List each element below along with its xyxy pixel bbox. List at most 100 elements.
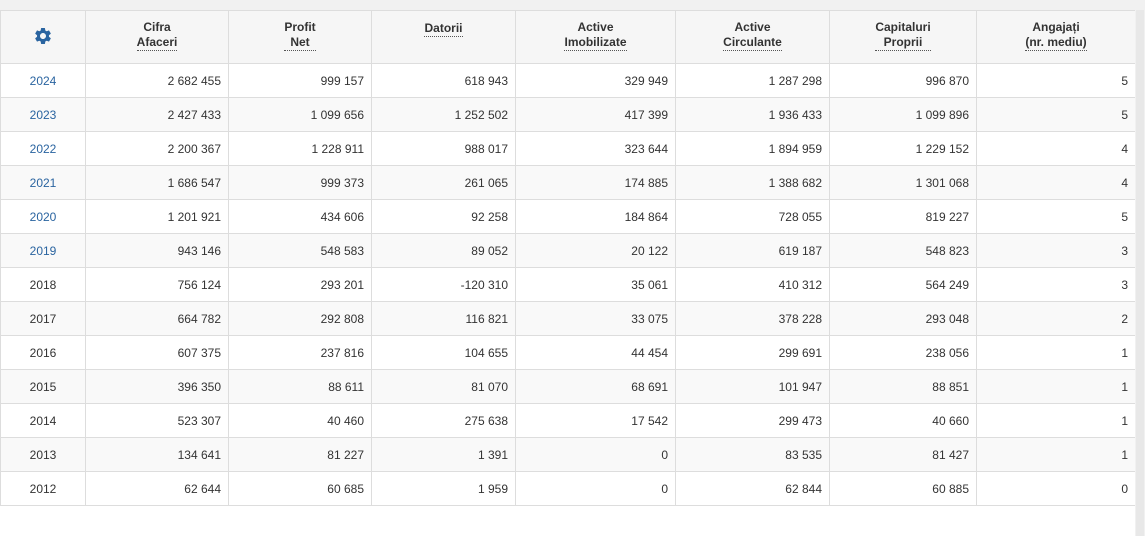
year-cell[interactable]: 2019: [0, 233, 86, 268]
year-cell[interactable]: 2022: [0, 131, 86, 166]
cell-cifra-afaceri: 943 146: [85, 233, 229, 268]
cell-capitaluri-proprii: 238 056: [829, 335, 977, 370]
year-cell: 2013: [0, 437, 86, 472]
scrollbar-thumb[interactable]: [1136, 10, 1144, 536]
year-link[interactable]: 2020: [30, 210, 57, 224]
year-cell[interactable]: 2021: [0, 165, 86, 200]
cell-capitaluri-proprii: 60 885: [829, 471, 977, 506]
cell-angajati: 0: [976, 471, 1136, 506]
cell-active-imobilizate: 417 399: [515, 97, 676, 132]
year-cell[interactable]: 2024: [0, 63, 86, 98]
cell-angajati: 5: [976, 63, 1136, 98]
year-label: 2016: [29, 345, 57, 360]
cell-active-imobilizate: 33 075: [515, 301, 676, 336]
cell-profit-net: 434 606: [228, 199, 372, 234]
cell-cifra-afaceri: 2 200 367: [85, 131, 229, 166]
year-link[interactable]: 2019: [30, 244, 57, 258]
table-row: 2017 664 782 292 808 116 821 33 075 378 228 29…: [0, 301, 1136, 336]
cell-active-circulante: 1 936 433: [675, 97, 830, 132]
cell-capitaluri-proprii: 819 227: [829, 199, 977, 234]
year-link[interactable]: 2023: [30, 108, 57, 122]
cell-cifra-afaceri: 664 782: [85, 301, 229, 336]
cell-active-imobilizate: 20 122: [515, 233, 676, 268]
header-profit-net[interactable]: Profit Net: [228, 10, 372, 64]
cell-datorii: 92 258: [371, 199, 516, 234]
header-label: Cifra Afaceri: [136, 20, 178, 51]
header-label: Active Imobilizate: [564, 20, 627, 51]
year-label: 2013: [29, 447, 57, 462]
gear-icon[interactable]: [33, 26, 53, 46]
header-capitaluri-proprii[interactable]: Capitaluri Proprii: [829, 10, 977, 64]
header-cifra-afaceri[interactable]: Cifra Afaceri: [85, 10, 229, 64]
top-strip: [0, 0, 1145, 10]
cell-datorii: -120 310: [371, 267, 516, 302]
cell-angajati: 4: [976, 131, 1136, 166]
cell-active-circulante: 62 844: [675, 471, 830, 506]
cell-datorii: 1 391: [371, 437, 516, 472]
year-cell: 2018: [0, 267, 86, 302]
cell-datorii: 81 070: [371, 369, 516, 404]
cell-cifra-afaceri: 396 350: [85, 369, 229, 404]
cell-profit-net: 292 808: [228, 301, 372, 336]
header-active-circulante[interactable]: Active Circulante: [675, 10, 830, 64]
cell-active-circulante: 378 228: [675, 301, 830, 336]
year-cell[interactable]: 2020: [0, 199, 86, 234]
cell-cifra-afaceri: 2 427 433: [85, 97, 229, 132]
header-angajati[interactable]: Angajați (nr. mediu): [976, 10, 1136, 64]
cell-active-circulante: 619 187: [675, 233, 830, 268]
cell-active-imobilizate: 184 864: [515, 199, 676, 234]
cell-active-circulante: 410 312: [675, 267, 830, 302]
cell-profit-net: 548 583: [228, 233, 372, 268]
year-cell: 2016: [0, 335, 86, 370]
cell-angajati: 5: [976, 199, 1136, 234]
vertical-scrollbar[interactable]: [1135, 10, 1145, 536]
year-link[interactable]: 2024: [30, 74, 57, 88]
table-row: 2018 756 124 293 201 -120 310 35 061 410 312 5…: [0, 267, 1136, 302]
year-link[interactable]: 2022: [30, 142, 57, 156]
year-cell[interactable]: 2023: [0, 97, 86, 132]
cell-active-imobilizate: 0: [515, 437, 676, 472]
header-label: Profit Net: [284, 20, 316, 51]
table-row: 2022 2 200 367 1 228 911 988 017 323 644 1 89…: [0, 131, 1136, 166]
cell-active-imobilizate: 0: [515, 471, 676, 506]
cell-cifra-afaceri: 1 686 547: [85, 165, 229, 200]
table-row: 2020 1 201 921 434 606 92 258 184 864 728 055…: [0, 199, 1136, 234]
cell-datorii: 261 065: [371, 165, 516, 200]
table-body: 2024 2 682 455 999 157 618 943 329 949 1 287 …: [0, 63, 1136, 506]
cell-datorii: 116 821: [371, 301, 516, 336]
cell-cifra-afaceri: 756 124: [85, 267, 229, 302]
year-label: 2017: [29, 311, 57, 326]
cell-active-imobilizate: 174 885: [515, 165, 676, 200]
cell-cifra-afaceri: 1 201 921: [85, 199, 229, 234]
table-row: 2013 134 641 81 227 1 391 0 83 535 81 427 1: [0, 437, 1136, 472]
cell-capitaluri-proprii: 548 823: [829, 233, 977, 268]
header-label: Datorii: [424, 21, 463, 37]
cell-profit-net: 88 611: [228, 369, 372, 404]
cell-capitaluri-proprii: 81 427: [829, 437, 977, 472]
table-row: 2012 62 644 60 685 1 959 0 62 844 60 885 0: [0, 471, 1136, 506]
header-datorii[interactable]: Datorii: [371, 10, 516, 64]
year-label: 2015: [29, 379, 57, 394]
header-active-imobilizate[interactable]: Active Imobilizate: [515, 10, 676, 64]
cell-profit-net: 999 373: [228, 165, 372, 200]
header-row: Cifra Afaceri Profit Net Datorii Active Imo…: [0, 10, 1136, 64]
table-row: 2016 607 375 237 816 104 655 44 454 299 691 23…: [0, 335, 1136, 370]
year-cell: 2017: [0, 301, 86, 336]
table-row: 2024 2 682 455 999 157 618 943 329 949 1 287 …: [0, 63, 1136, 98]
cell-angajati: 1: [976, 403, 1136, 438]
cell-capitaluri-proprii: 88 851: [829, 369, 977, 404]
cell-capitaluri-proprii: 1 099 896: [829, 97, 977, 132]
cell-capitaluri-proprii: 293 048: [829, 301, 977, 336]
cell-active-imobilizate: 35 061: [515, 267, 676, 302]
table-row: 2014 523 307 40 460 275 638 17 542 299 473 40 …: [0, 403, 1136, 438]
table-row: 2023 2 427 433 1 099 656 1 252 502 417 399 1 …: [0, 97, 1136, 132]
cell-profit-net: 237 816: [228, 335, 372, 370]
cell-capitaluri-proprii: 996 870: [829, 63, 977, 98]
cell-cifra-afaceri: 2 682 455: [85, 63, 229, 98]
cell-datorii: 1 959: [371, 471, 516, 506]
cell-angajati: 1: [976, 437, 1136, 472]
year-link[interactable]: 2021: [30, 176, 57, 190]
year-cell: 2015: [0, 369, 86, 404]
cell-datorii: 618 943: [371, 63, 516, 98]
cell-angajati: 4: [976, 165, 1136, 200]
